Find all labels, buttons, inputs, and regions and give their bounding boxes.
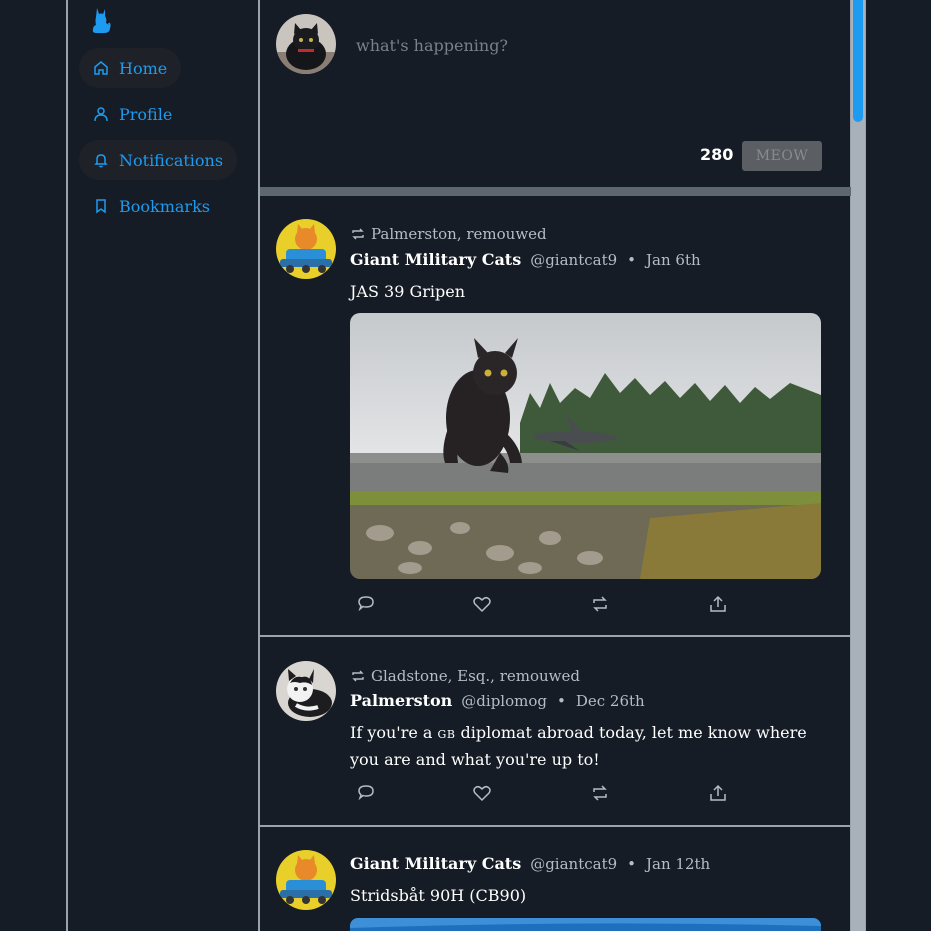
tweet-avatar[interactable] (276, 219, 336, 279)
retweet-small-icon (352, 228, 364, 240)
header-separator-dot: • (627, 855, 637, 873)
author-handle[interactable]: @giantcat9 (530, 251, 617, 269)
meow-submit-button[interactable]: MEOW (742, 141, 822, 171)
tweet-text: If you're a GB diplomat abroad today, le… (350, 720, 820, 772)
author-handle[interactable]: @diplomog (461, 692, 547, 710)
tweet[interactable]: Gladstone, Esq., remouwed Palmerston @di… (260, 637, 852, 827)
header-separator-dot: • (627, 251, 637, 269)
cat-logo-icon[interactable] (90, 6, 112, 34)
share-icon[interactable] (708, 594, 728, 614)
author-name[interactable]: Giant Military Cats (350, 250, 521, 269)
tweet-image[interactable] (350, 313, 821, 579)
header-separator-dot: • (556, 692, 566, 710)
scrollbar-track[interactable] (851, 0, 865, 931)
nav-item-home[interactable]: Home (79, 48, 182, 88)
user-icon (93, 106, 109, 122)
author-name[interactable]: Palmerston (350, 691, 452, 710)
character-counter: 280 (700, 145, 734, 164)
author-name[interactable]: Giant Military Cats (350, 854, 521, 873)
tweet-header: Giant Military Cats @giantcat9 • Jan 12t… (350, 854, 710, 873)
tweet-image[interactable] (350, 918, 821, 931)
tweet-header: Giant Military Cats @giantcat9 • Jan 6th (350, 250, 701, 269)
nav-item-notifications[interactable]: Notifications (79, 140, 238, 180)
timeline-column: what's happening? 280 MEOW Palmerston, r… (258, 0, 852, 931)
home-icon (93, 60, 109, 76)
like-icon[interactable] (472, 783, 492, 803)
tweet-actions (356, 783, 736, 805)
author-handle[interactable]: @giantcat9 (530, 855, 617, 873)
tweet-date[interactable]: Jan 6th (646, 251, 701, 269)
nav-item-profile[interactable]: Profile (79, 94, 186, 134)
scrollbar-thumb[interactable] (853, 0, 863, 122)
tweet-text: JAS 39 Gripen (350, 282, 466, 301)
bell-icon (93, 152, 109, 168)
tweet-avatar[interactable] (276, 850, 336, 910)
composer-avatar[interactable] (276, 14, 336, 74)
retweet-indicator: Gladstone, Esq., remouwed (350, 667, 580, 685)
tweet-text: Stridsbåt 90H (CB90) (350, 886, 527, 905)
share-icon[interactable] (708, 783, 728, 803)
retweet-indicator: Palmerston, remouwed (350, 225, 547, 243)
like-icon[interactable] (472, 594, 492, 614)
reply-icon[interactable] (356, 594, 376, 614)
tweet-composer: what's happening? 280 MEOW (260, 0, 852, 187)
retweet-icon[interactable] (590, 783, 610, 803)
nav-label-bookmarks: Bookmarks (119, 196, 210, 216)
bookmark-icon (93, 198, 109, 214)
tweet-avatar[interactable] (276, 661, 336, 721)
tweet-header: Palmerston @diplomog • Dec 26th (350, 691, 645, 710)
tweet-text-part: If you're a (350, 723, 438, 742)
nav-label-notifications: Notifications (119, 150, 224, 170)
retweet-small-icon (352, 670, 364, 682)
tweet-date[interactable]: Jan 12th (646, 855, 710, 873)
left-frame-divider (66, 0, 68, 931)
nav-label-profile: Profile (119, 104, 173, 124)
tweet[interactable]: Giant Military Cats @giantcat9 • Jan 12t… (260, 827, 852, 931)
tweet-date[interactable]: Dec 26th (576, 692, 645, 710)
tweet[interactable]: Palmerston, remouwed Giant Military Cats… (260, 196, 852, 637)
retweet-by-label: Gladstone, Esq., remouwed (371, 667, 580, 685)
composer-separator (260, 187, 852, 196)
reply-icon[interactable] (356, 783, 376, 803)
tweet-text-smallcaps: GB (437, 728, 456, 741)
tweet-actions (356, 594, 736, 616)
nav-label-home: Home (119, 58, 168, 78)
composer-input[interactable]: what's happening? (356, 36, 508, 55)
sidebar-nav: Home Profile Notifications Bookmarks (79, 48, 254, 232)
retweet-icon[interactable] (590, 594, 610, 614)
nav-item-bookmarks[interactable]: Bookmarks (79, 186, 224, 226)
retweet-by-label: Palmerston, remouwed (371, 225, 547, 243)
